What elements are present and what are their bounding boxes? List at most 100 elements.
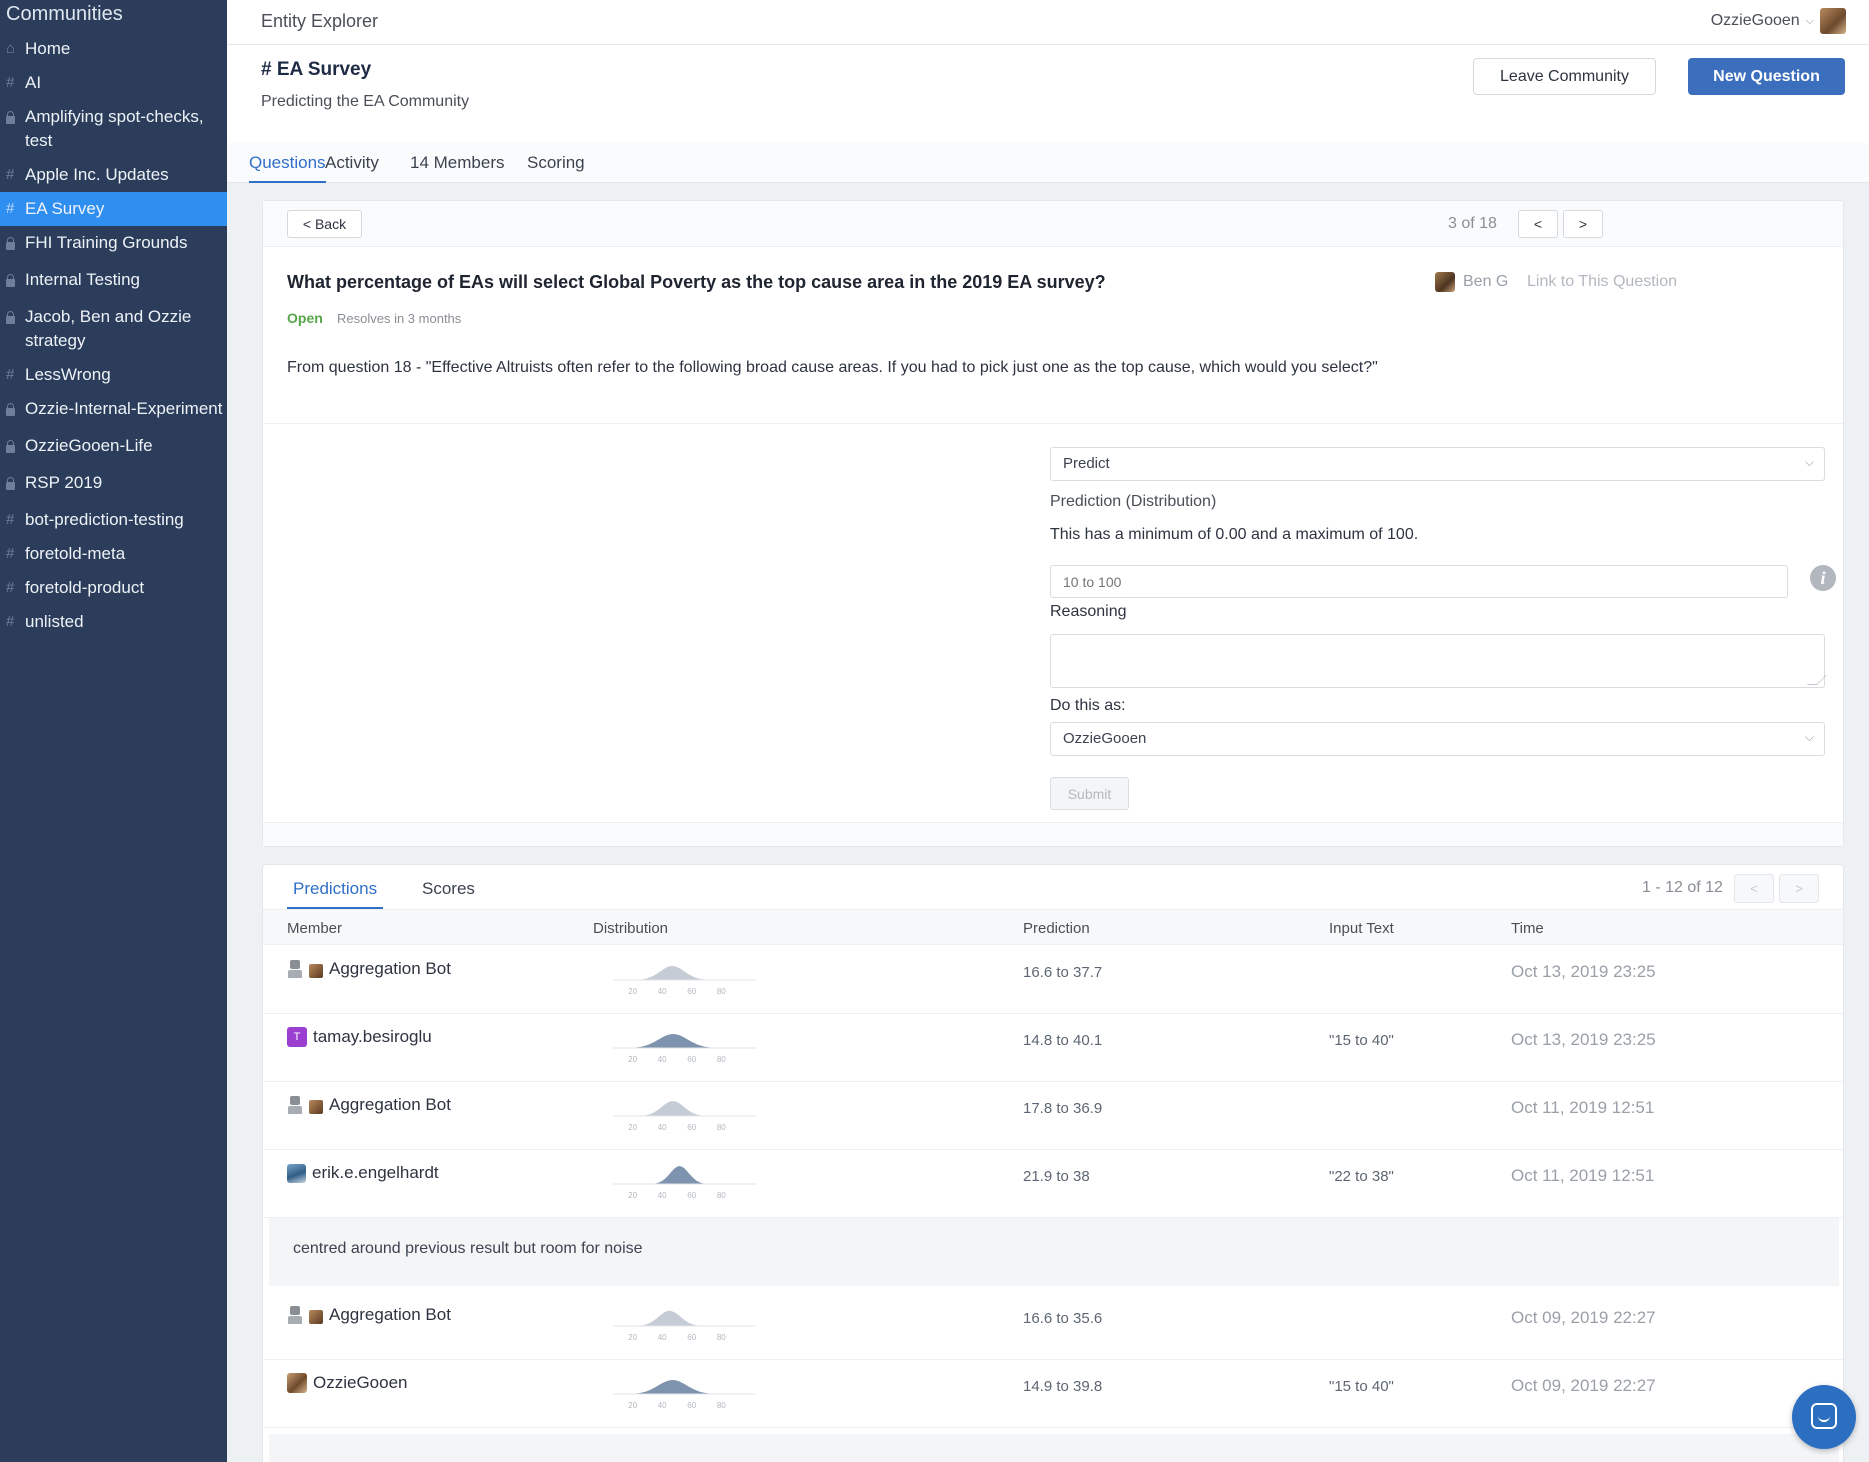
owner-avatar (309, 1310, 323, 1324)
user-name: OzzieGooen (1710, 12, 1800, 29)
distribution-tick-label: 20 (628, 1123, 637, 1132)
sidebar-item-label: bot-prediction-testing (25, 510, 184, 529)
sidebar: Communities ⌂ Home # AI Amplifying spot-chec… (0, 0, 227, 1462)
hash-icon: # (6, 579, 15, 596)
sidebar-item-label: Home (25, 39, 71, 58)
question-description: From question 18 - "Effective Altruists … (287, 359, 1378, 376)
prediction-label: Prediction (Distribution) (1050, 493, 1217, 510)
distribution-curve (613, 1380, 756, 1394)
table-row[interactable]: Aggregation Bot 20 40 60 80 16.6 to 35.6 Oct 0… (263, 1292, 1843, 1360)
sidebar-item-ozzie-internal-experiment[interactable]: Ozzie-Internal-Experiment (0, 392, 227, 429)
sidebar-item-apple-inc-updates[interactable]: # Apple Inc. Updates (0, 158, 227, 192)
resolves-text: Resolves in 3 months (337, 311, 462, 326)
author-avatar (1435, 272, 1455, 292)
timestamp: Oct 11, 2019 12:51 (1511, 1166, 1655, 1185)
member-cell[interactable]: Aggregation Bot (287, 959, 451, 979)
sidebar-item-foretold-meta[interactable]: # foretold-meta (0, 537, 227, 571)
hash-icon: # (6, 200, 15, 217)
sidebar-item-ai[interactable]: # AI (0, 66, 227, 100)
sidebar-item-home[interactable]: ⌂ Home (0, 32, 227, 66)
prediction-value: 21.9 to 38 (1023, 1168, 1090, 1185)
leave-community-button[interactable]: Leave Community (1473, 58, 1656, 95)
reasoning-row: centred around previous result but room … (269, 1218, 1839, 1286)
question-author[interactable]: Ben G (1435, 272, 1508, 292)
prev-page-button[interactable]: < (1734, 874, 1774, 903)
robot-icon (287, 1096, 303, 1114)
prediction-value: 16.6 to 35.6 (1023, 1310, 1103, 1327)
sidebar-title: Communities (6, 3, 123, 25)
member-cell[interactable]: Aggregation Bot (287, 1095, 451, 1115)
table-row[interactable]: Ttamay.besiroglu 20 40 60 80 14.8 to 40.1 "15 … (263, 1014, 1843, 1082)
sidebar-item-ea-survey[interactable]: # EA Survey (0, 192, 227, 226)
tab-scores[interactable]: Scores (422, 879, 475, 907)
distribution-tick-label: 20 (628, 1401, 637, 1410)
lock-icon (6, 268, 25, 295)
do-as-select[interactable]: OzzieGooen ⌵ (1050, 722, 1825, 756)
next-question-button[interactable]: > (1563, 210, 1603, 238)
status-badge: Open (287, 310, 323, 326)
table-row[interactable]: Aggregation Bot 20 40 60 80 17.8 to 36.9 Oct 1… (263, 1082, 1843, 1150)
lock-icon (6, 231, 25, 258)
member-cell[interactable]: Ttamay.besiroglu (287, 1027, 432, 1047)
prediction-input[interactable] (1050, 565, 1788, 598)
sidebar-item-foretold-product[interactable]: # foretold-product (0, 571, 227, 605)
sidebar-item-label: Internal Testing (25, 270, 140, 289)
distribution-tick-label: 20 (628, 1333, 637, 1342)
resize-handle-icon[interactable] (1807, 675, 1827, 685)
distribution-tick-label: 20 (628, 1191, 637, 1200)
sidebar-item-label: Apple Inc. Updates (25, 165, 169, 184)
table-row[interactable]: OzzieGooen 20 40 60 80 14.9 to 39.8 "15 to 40"… (263, 1360, 1843, 1428)
member-cell[interactable]: OzzieGooen (287, 1373, 408, 1393)
member-cell[interactable]: erik.e.engelhardt (287, 1163, 439, 1183)
tab-members[interactable]: 14 Members (410, 153, 504, 181)
sidebar-item-bot-prediction-testing[interactable]: # bot-prediction-testing (0, 503, 227, 537)
lock-icon (6, 434, 25, 461)
info-icon[interactable]: i (1810, 565, 1836, 591)
sidebar-item-rsp-2019[interactable]: RSP 2019 (0, 466, 227, 503)
distribution-curve (613, 966, 756, 980)
column-header: Prediction (1023, 920, 1090, 937)
timestamp: Oct 13, 2019 23:25 (1511, 1030, 1656, 1049)
input-text: "22 to 38" (1329, 1168, 1394, 1185)
sidebar-item-label: unlisted (25, 612, 84, 631)
member-cell[interactable]: Aggregation Bot (287, 1305, 451, 1325)
reasoning-text: centred around previous result but room … (293, 1240, 643, 1257)
distribution-chart: 20 40 60 80 (613, 966, 756, 996)
tab-scoring[interactable]: Scoring (527, 153, 585, 181)
distribution-chart: 20 40 60 80 (613, 1034, 756, 1064)
tab-questions[interactable]: Questions (249, 153, 326, 183)
reasoning-label: Reasoning (1050, 603, 1127, 620)
prediction-type-select[interactable]: Predict ⌵ (1050, 447, 1825, 481)
sidebar-item-unlisted[interactable]: # unlisted (0, 605, 227, 639)
author-name: Ben G (1463, 273, 1509, 290)
table-row[interactable]: erik.e.engelhardt 20 40 60 80 21.9 to 38 "22 t… (263, 1150, 1843, 1218)
submit-button[interactable]: Submit (1050, 777, 1129, 810)
sidebar-item-amplifying-spot-checks-test[interactable]: Amplifying spot-checks, test (0, 100, 227, 158)
predictions-tabs: Predictions Scores 1 - 12 of 12 < > (263, 865, 1843, 909)
sidebar-item-lesswrong[interactable]: # LessWrong (0, 358, 227, 392)
new-question-button[interactable]: New Question (1688, 58, 1845, 95)
chat-launcher-button[interactable] (1792, 1385, 1856, 1449)
sidebar-item-fhi-training-grounds[interactable]: FHI Training Grounds (0, 226, 227, 263)
chevron-down-icon: ⌵ (1805, 14, 1814, 27)
reasoning-row (269, 1434, 1839, 1462)
app-title[interactable]: Entity Explorer (261, 11, 378, 32)
sidebar-item-ozziegooen-life[interactable]: OzzieGooen-Life (0, 429, 227, 466)
distribution-tick-label: 80 (717, 1401, 726, 1410)
user-menu[interactable]: OzzieGooen ⌵ (1711, 8, 1846, 34)
next-page-button[interactable]: > (1779, 874, 1819, 903)
tab-activity[interactable]: Activity (325, 153, 379, 181)
prev-question-button[interactable]: < (1518, 210, 1558, 238)
table-row[interactable]: Aggregation Bot 20 40 60 80 16.6 to 37.7 Oct 1… (263, 946, 1843, 1014)
sidebar-item-jacob-ben-and-ozzie-strategy[interactable]: Jacob, Ben and Ozzie strategy (0, 300, 227, 358)
link-to-question[interactable]: Link to This Question (1527, 273, 1677, 291)
sidebar-item-label: OzzieGooen-Life (25, 436, 153, 455)
sidebar-item-label: foretold-meta (25, 544, 126, 563)
divider (263, 423, 1843, 424)
tab-predictions[interactable]: Predictions (287, 879, 384, 909)
sidebar-item-internal-testing[interactable]: Internal Testing (0, 263, 227, 300)
chat-icon (1811, 1403, 1837, 1429)
reasoning-textarea[interactable] (1050, 634, 1827, 688)
distribution-chart: 20 40 60 80 (613, 1166, 756, 1200)
back-button[interactable]: < Back (287, 210, 362, 238)
